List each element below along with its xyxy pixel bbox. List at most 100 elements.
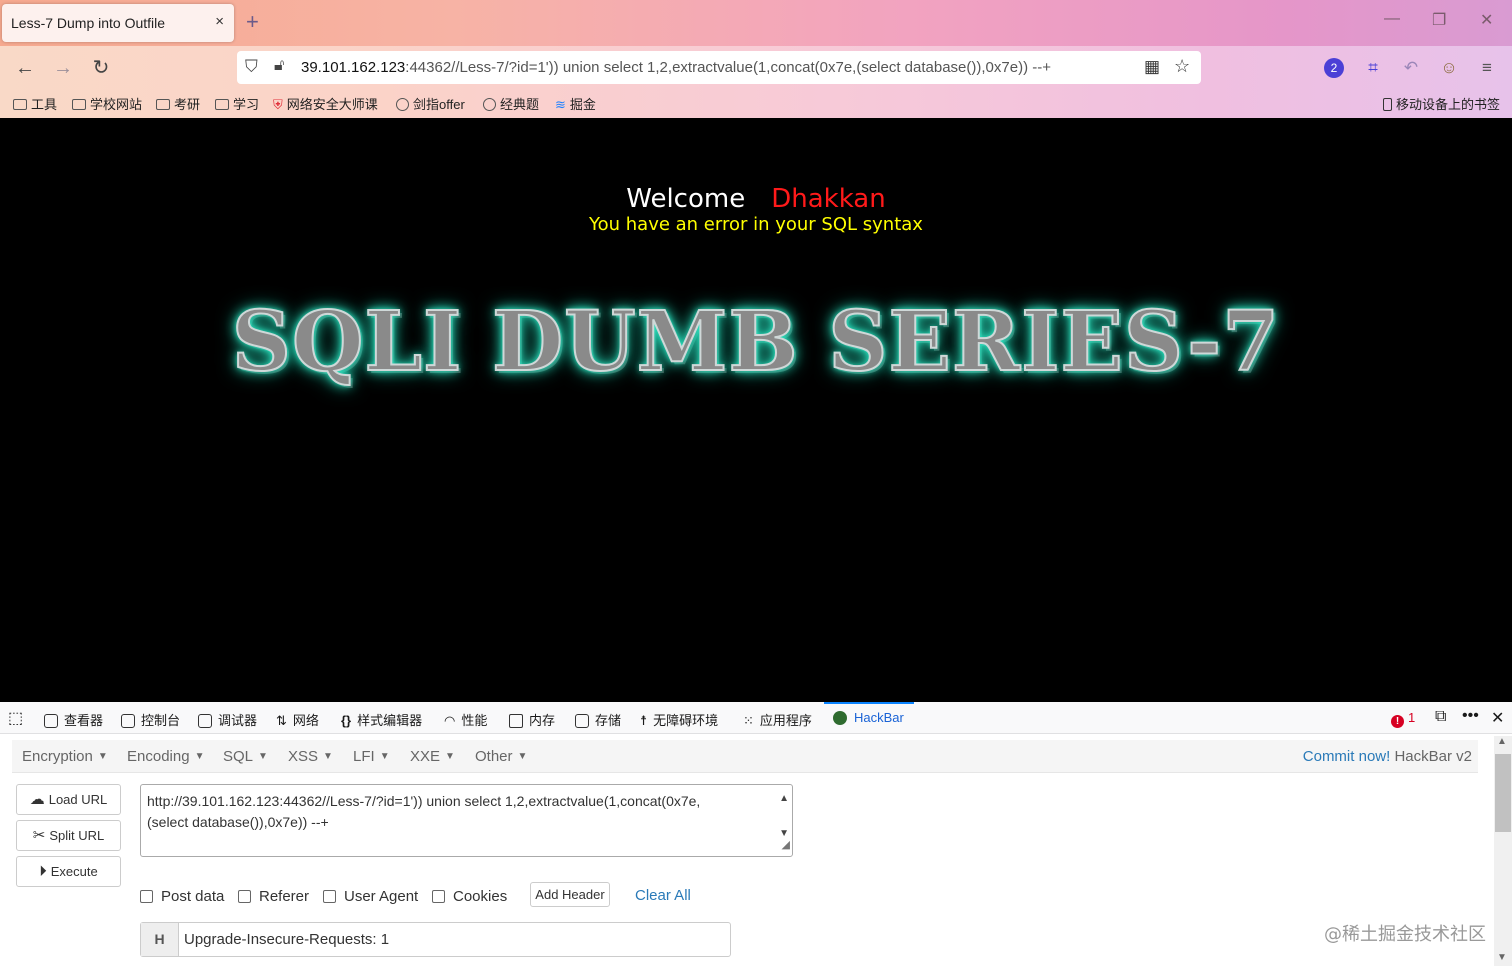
- bookmark-star-icon[interactable]: ☆: [1174, 56, 1190, 77]
- tab-hackbar[interactable]: HackBar: [833, 710, 904, 725]
- split-url-button[interactable]: ✂ Split URL: [16, 820, 121, 851]
- menu-xxe[interactable]: XXE ▼: [410, 748, 455, 765]
- menu-other[interactable]: Other ▼: [475, 748, 527, 765]
- folder-icon: [72, 99, 86, 110]
- bookmark-item[interactable]: ⛨ 网络安全大师课: [273, 94, 378, 113]
- shield-icon[interactable]: ⛉: [245, 57, 258, 77]
- url-bar[interactable]: ⛉ 🔓︎ 39.101.162.123:44362//Less-7/?id=1'…: [237, 51, 1201, 84]
- tab-network[interactable]: ⇅ 网络: [276, 710, 319, 729]
- checkbox-icon: [432, 890, 445, 903]
- bookmark-item[interactable]: 学校网站: [72, 94, 142, 113]
- sql-error-message: You have an error in your SQL syntax: [589, 214, 923, 235]
- globe-icon: [396, 98, 409, 111]
- accessibility-icon: ☨: [640, 713, 648, 728]
- hackbar-menu: Encryption ▼ Encoding ▼ SQL ▼ XSS ▼ LFI ▼ XXE…: [12, 740, 1478, 773]
- add-header-button[interactable]: Add Header: [530, 882, 610, 907]
- juejin-icon: ≋: [555, 97, 566, 112]
- user-agent-checkbox[interactable]: User Agent: [323, 888, 418, 905]
- close-icon[interactable]: ×: [215, 13, 224, 30]
- reload-icon[interactable]: ↻: [89, 56, 113, 80]
- bookmark-item[interactable]: 工具: [13, 94, 57, 113]
- undo-icon[interactable]: ↶: [1400, 57, 1422, 79]
- crop-icon[interactable]: ⌗: [1362, 57, 1384, 79]
- clear-all-link[interactable]: Clear All: [635, 887, 691, 904]
- window-close-icon[interactable]: ✕: [1480, 10, 1493, 30]
- restore-icon[interactable]: ❐: [1432, 10, 1446, 30]
- resize-grip-icon[interactable]: ◢: [782, 835, 790, 856]
- tab-inspector[interactable]: 查看器: [44, 710, 103, 729]
- caret-down-icon: ▼: [97, 751, 108, 762]
- tab-performance[interactable]: ◠ 性能: [444, 710, 487, 729]
- hackbar-icon: [833, 711, 847, 725]
- menu-icon[interactable]: ≡: [1476, 57, 1498, 79]
- menu-encryption[interactable]: Encryption ▼: [22, 748, 108, 765]
- element-picker-icon[interactable]: ⬚: [8, 708, 23, 728]
- minimize-icon[interactable]: —: [1384, 10, 1400, 28]
- debugger-icon: [198, 714, 212, 728]
- caret-down-icon: ▼: [323, 751, 333, 762]
- tab-active[interactable]: Less-7 Dump into Outfile ×: [2, 4, 234, 42]
- play-circle-icon: ⏵: [39, 863, 47, 880]
- bookmark-item[interactable]: 经典题: [483, 94, 539, 113]
- scissors-icon: ✂: [32, 827, 46, 844]
- inspector-icon: [44, 714, 58, 728]
- devtools-close-icon[interactable]: ✕: [1491, 708, 1504, 728]
- insecure-lock-icon[interactable]: 🔓︎: [274, 57, 284, 75]
- profile-avatar-icon[interactable]: ☺: [1438, 57, 1460, 79]
- new-tab-button[interactable]: +: [246, 9, 259, 35]
- globe-icon: [483, 98, 496, 111]
- console-icon: [121, 714, 135, 728]
- url-textarea[interactable]: http://39.101.162.123:44362//Less-7/?id=…: [140, 784, 793, 857]
- tab-style-editor[interactable]: {} 样式编辑器: [341, 710, 422, 729]
- menu-sql[interactable]: SQL ▼: [223, 748, 268, 765]
- bookmark-item[interactable]: ≋ 掘金: [555, 94, 596, 113]
- cookies-checkbox[interactable]: Cookies: [432, 888, 507, 905]
- scroll-down-icon[interactable]: ▼: [1497, 952, 1507, 963]
- shield-icon: ⛨: [273, 97, 283, 112]
- header-row: H Upgrade-Insecure-Requests: 1: [140, 922, 731, 957]
- welcome-line: Welcome Dhakkan: [626, 184, 886, 214]
- caret-down-icon: ▼: [194, 751, 205, 762]
- page-viewport: Welcome Dhakkan You have an error in your…: [0, 118, 1512, 702]
- commit-note: Commit now! HackBar v2: [1302, 748, 1472, 765]
- tab-storage[interactable]: 存储: [575, 710, 621, 729]
- back-icon[interactable]: ←: [13, 56, 37, 80]
- header-value-input[interactable]: Upgrade-Insecure-Requests: 1: [184, 931, 389, 948]
- load-url-button[interactable]: ☁ Load URL: [16, 784, 121, 815]
- tab-memory[interactable]: 内存: [509, 710, 555, 729]
- post-data-checkbox[interactable]: Post data: [140, 888, 224, 905]
- url-text[interactable]: 39.101.162.123:44362//Less-7/?id=1')) un…: [301, 59, 1051, 76]
- devtools-toolbar: ⬚ 查看器 控制台 调试器 ⇅ 网络 {} 样式编辑器 ◠ 性能 内存 存储 ☨ 无障碍…: [0, 702, 1512, 734]
- commit-link[interactable]: Commit now!: [1303, 748, 1391, 765]
- forward-icon[interactable]: →: [51, 56, 75, 80]
- folder-icon: [13, 99, 27, 110]
- user-name: Dhakkan: [771, 184, 886, 214]
- menu-lfi[interactable]: LFI ▼: [353, 748, 390, 765]
- dock-icon[interactable]: ⧉: [1435, 708, 1446, 726]
- extension-badge-icon[interactable]: 2: [1324, 58, 1344, 78]
- menu-xss[interactable]: XSS ▼: [288, 748, 333, 765]
- scroll-up-icon[interactable]: ▲: [1497, 736, 1507, 747]
- panel-scrollbar-thumb[interactable]: [1495, 754, 1511, 832]
- caret-down-icon: ▼: [379, 751, 390, 762]
- tab-debugger[interactable]: 调试器: [198, 710, 257, 729]
- watermark: @稀土掘金技术社区: [1324, 924, 1486, 945]
- bookmark-item[interactable]: 学习: [215, 94, 259, 113]
- execute-button[interactable]: ⏵ Execute: [16, 856, 121, 887]
- more-options-icon[interactable]: •••: [1462, 707, 1479, 725]
- tab-accessibility[interactable]: ☨ 无障碍环境: [640, 710, 718, 729]
- bookmark-item[interactable]: 剑指offer: [396, 94, 465, 113]
- devtools-panel: ⬚ 查看器 控制台 调试器 ⇅ 网络 {} 样式编辑器 ◠ 性能 内存 存储 ☨ 无障碍…: [0, 702, 1512, 966]
- bookmark-item[interactable]: 考研: [156, 94, 200, 113]
- caret-down-icon: ▼: [445, 751, 455, 762]
- browser-chrome: Less-7 Dump into Outfile × + — ❐ ✕ ← → ↻…: [0, 0, 1512, 118]
- bookmark-item-mobile[interactable]: 移动设备上的书签: [1383, 94, 1500, 113]
- scroll-up-icon[interactable]: ▲: [779, 788, 789, 809]
- phone-icon: [1383, 98, 1392, 111]
- menu-encoding[interactable]: Encoding ▼: [127, 748, 204, 765]
- tab-console[interactable]: 控制台: [121, 710, 180, 729]
- qr-code-icon[interactable]: ▦: [1144, 57, 1160, 77]
- referer-checkbox[interactable]: Referer: [238, 888, 309, 905]
- tab-application[interactable]: ⁙ 应用程序: [743, 710, 812, 729]
- error-counter[interactable]: ! 1: [1391, 710, 1415, 728]
